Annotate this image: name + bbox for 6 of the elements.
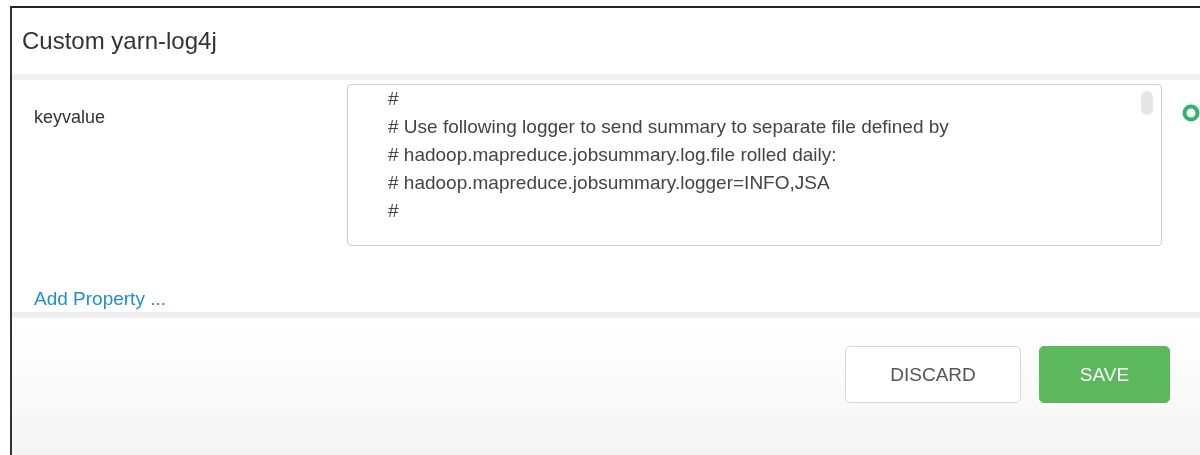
text-area[interactable]: # # Use following logger to send summary to separate file defined by # hadoop.mapreduce.jobsummary.log.file rolled daily: # hadoop.mapreduce.jobsummary.logger=INFO,JSA # (347, 84, 1162, 246)
scrollbar-thumb[interactable] (1141, 91, 1153, 115)
add-property-link[interactable]: Add Property ... (34, 288, 166, 310)
dialog-title: Custom yarn-log4j (22, 27, 217, 55)
discard-button[interactable]: DISCARD (845, 346, 1021, 403)
property-label: keyvalue (34, 107, 107, 128)
